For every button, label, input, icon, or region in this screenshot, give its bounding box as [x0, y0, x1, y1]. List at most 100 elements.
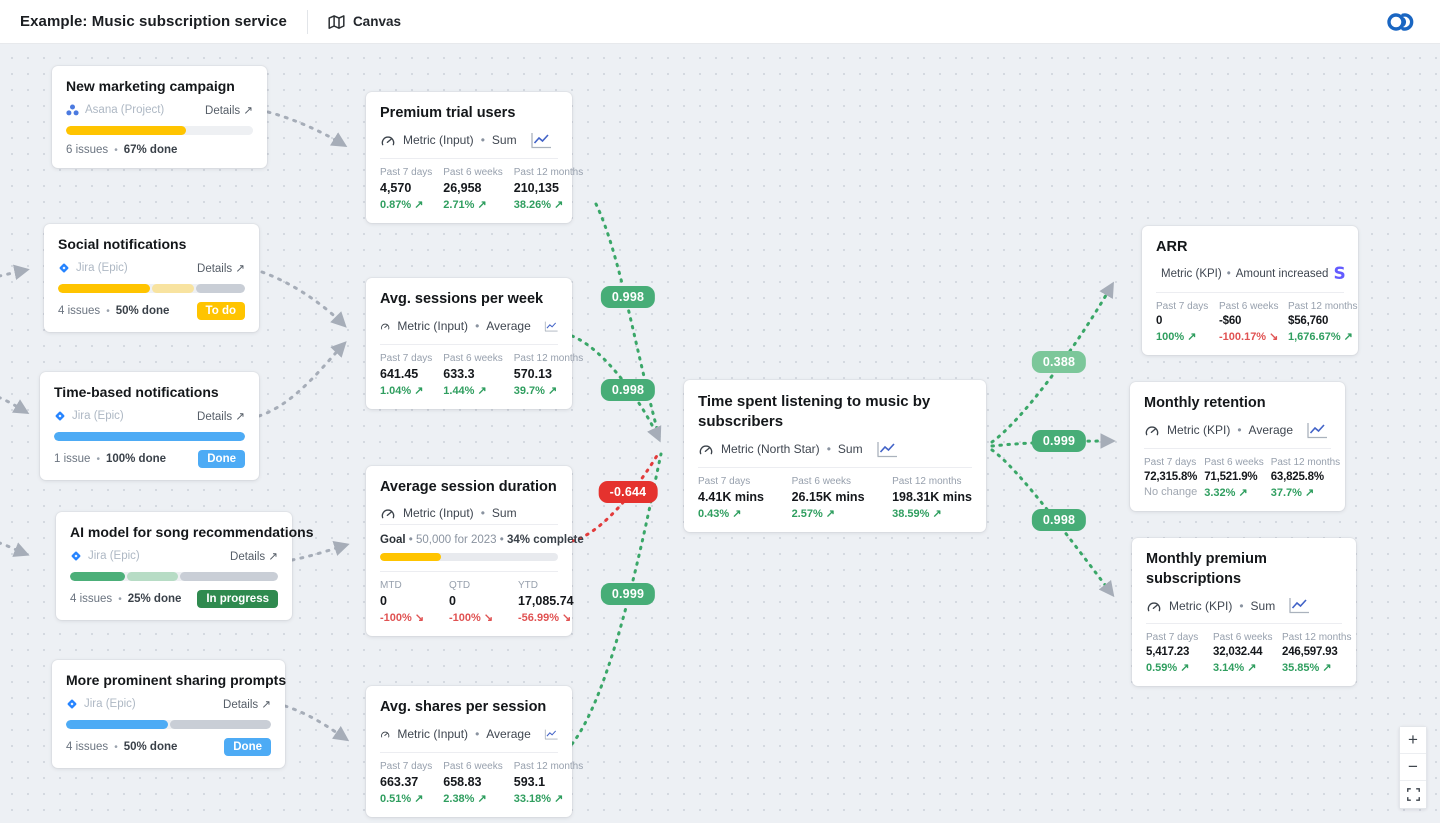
fit-view-button[interactable]	[1400, 781, 1426, 808]
project-card-social-notifications[interactable]: Social notifications Jira (Epic) Details…	[44, 224, 259, 332]
stat-change: 2.71% ↗	[443, 198, 502, 211]
doubleloop-logo-icon[interactable]	[1386, 11, 1420, 33]
canvas[interactable]: New marketing campaign Asana (Project) D…	[0, 44, 1440, 823]
project-card-time-based-notifications[interactable]: Time-based notifications Jira (Epic) Det…	[40, 372, 259, 480]
stat-value: 593.1	[514, 775, 583, 789]
workspace-title: Example: Music subscription service	[20, 13, 287, 30]
goal-separator: •	[409, 534, 413, 546]
line-chart-icon[interactable]	[530, 132, 552, 149]
details-link[interactable]: Details ↗	[205, 103, 253, 117]
metric-card-monthly-retention[interactable]: Monthly retention Metric (KPI) • Average…	[1130, 382, 1345, 511]
stat-change: 35.85% ↗	[1282, 661, 1351, 674]
goal-row: Goal • 50,000 for 2023 • 34% complete	[380, 524, 558, 546]
goal-separator: •	[500, 534, 504, 546]
correlation-badge[interactable]: 0.999	[1032, 430, 1086, 452]
details-link[interactable]: Details ↗	[230, 549, 278, 563]
metric-aggregation: Sum	[1251, 599, 1276, 613]
correlation-badge[interactable]: 0.998	[601, 379, 655, 401]
zoom-in-button[interactable]: +	[1400, 727, 1426, 754]
project-card-sharing-prompts[interactable]: More prominent sharing prompts Jira (Epi…	[52, 660, 285, 768]
metric-card-avg-session-duration[interactable]: Average session duration Metric (Input) …	[366, 466, 572, 636]
stat-label: MTD	[380, 580, 438, 591]
metric-title: Avg. sessions per week	[380, 290, 558, 310]
metric-kind: Metric (Input)	[397, 319, 468, 333]
stat-value: 570.13	[514, 367, 583, 381]
footer-separator: •	[118, 594, 122, 605]
asana-icon	[66, 104, 79, 116]
metric-kind: Metric (North Star)	[721, 442, 820, 456]
project-title: New marketing campaign	[66, 78, 253, 94]
correlation-badge[interactable]: 0.999	[601, 583, 655, 605]
metric-card-monthly-premium-subscriptions[interactable]: Monthly premium subscriptions Metric (KP…	[1132, 538, 1356, 686]
line-chart-icon[interactable]	[544, 726, 558, 743]
stat-change: 0.43% ↗	[698, 507, 764, 520]
project-title: Social notifications	[58, 236, 245, 252]
progress-bar	[54, 432, 245, 441]
stat-value: 26.15K mins	[792, 490, 865, 504]
progress-bar	[66, 126, 253, 135]
stat-change: 2.38% ↗	[443, 792, 502, 805]
project-source-label: Jira (Epic)	[84, 698, 136, 710]
metric-aggregation: Sum	[492, 506, 517, 520]
stat-change: -56.99% ↘	[518, 611, 574, 624]
gauge-icon	[380, 133, 396, 147]
details-link[interactable]: Details ↗	[197, 409, 245, 423]
issues-count: 4 issues	[66, 741, 108, 753]
stat-change: No change	[1144, 486, 1197, 498]
gauge-icon	[1146, 599, 1162, 613]
footer-separator: •	[106, 306, 110, 317]
stat-label: Past 7 days	[380, 761, 432, 772]
goal-label: Goal	[380, 534, 406, 546]
zoom-out-button[interactable]: −	[1400, 754, 1426, 781]
status-badge: To do	[197, 302, 245, 320]
line-chart-icon[interactable]	[1288, 597, 1310, 614]
zoom-controls: + −	[1399, 726, 1427, 809]
metric-card-premium-trial-users[interactable]: Premium trial users Metric (Input) • Sum…	[366, 92, 572, 223]
done-percent: 100% done	[106, 453, 166, 465]
stat-change: 0.87% ↗	[380, 198, 432, 211]
stat-value: 210,135	[514, 181, 583, 195]
project-source: Jira (Epic)	[70, 550, 140, 562]
stat-value: 198.31K mins	[892, 490, 972, 504]
project-card-new-marketing-campaign[interactable]: New marketing campaign Asana (Project) D…	[52, 66, 267, 168]
metric-card-arr[interactable]: ARR Metric (KPI) • Amount increased S Pa…	[1142, 226, 1358, 355]
head-separator: •	[481, 133, 485, 147]
stat-label: Past 12 months	[514, 167, 583, 178]
issues-count: 6 issues	[66, 144, 108, 156]
stat-value: 0	[1156, 315, 1212, 327]
metric-card-north-star[interactable]: Time spent listening to music by subscri…	[684, 380, 986, 532]
correlation-badge[interactable]: 0.998	[1032, 509, 1086, 531]
stat-change: 1.44% ↗	[443, 384, 502, 397]
app-window: Example: Music subscription service Canv…	[0, 0, 1440, 823]
tab-canvas[interactable]: Canvas	[328, 14, 401, 30]
project-title: AI model for song recommendations	[70, 524, 278, 540]
stat-change: 1,676.67% ↗	[1288, 330, 1357, 343]
correlation-badge[interactable]: -0.644	[599, 481, 658, 503]
stat-label: Past 6 weeks	[1213, 632, 1275, 643]
stat-value: 0	[449, 594, 507, 608]
metric-kind: Metric (KPI)	[1167, 423, 1230, 437]
stat-change: 0.59% ↗	[1146, 661, 1206, 674]
details-link[interactable]: Details ↗	[197, 261, 245, 275]
details-link[interactable]: Details ↗	[223, 697, 271, 711]
goal-progress-bar	[380, 553, 558, 561]
line-chart-icon[interactable]	[544, 318, 558, 335]
metric-card-avg-shares[interactable]: Avg. shares per session Metric (Input) •…	[366, 686, 572, 817]
stat-change: 3.14% ↗	[1213, 661, 1275, 674]
stat-value: 641.45	[380, 367, 432, 381]
progress-bar	[70, 572, 278, 581]
stat-label: Past 6 weeks	[443, 353, 502, 364]
stat-change: 39.7% ↗	[514, 384, 583, 397]
done-percent: 25% done	[128, 593, 182, 605]
line-chart-icon[interactable]	[1306, 422, 1328, 439]
stat-label: Past 6 weeks	[792, 476, 865, 487]
correlation-badge[interactable]: 0.998	[601, 286, 655, 308]
correlation-badge[interactable]: 0.388	[1032, 351, 1086, 373]
gauge-icon	[698, 442, 714, 456]
line-chart-icon[interactable]	[876, 441, 898, 458]
stat-value: 63,825.8%	[1271, 471, 1340, 483]
stat-label: Past 6 weeks	[1219, 301, 1281, 312]
stat-value: 633.3	[443, 367, 502, 381]
metric-card-avg-sessions[interactable]: Avg. sessions per week Metric (Input) • …	[366, 278, 572, 409]
project-card-ai-model[interactable]: AI model for song recommendations Jira (…	[56, 512, 292, 620]
